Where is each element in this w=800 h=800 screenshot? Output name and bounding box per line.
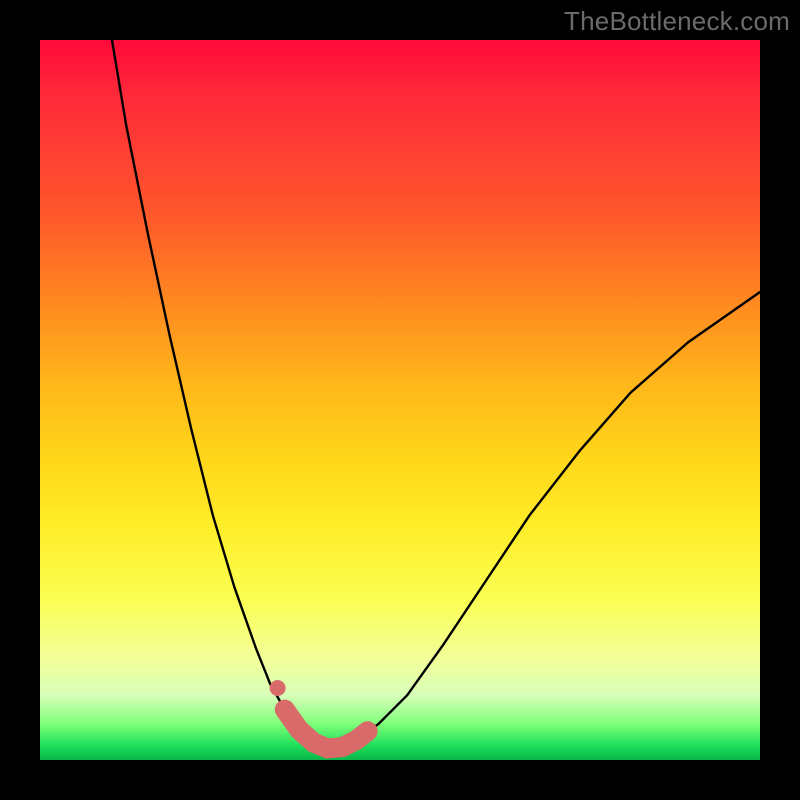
highlight-band (285, 710, 368, 749)
bottleneck-curve (112, 40, 760, 748)
highlight-dot (270, 680, 286, 696)
chart-frame: TheBottleneck.com (0, 0, 800, 800)
plot-area (40, 40, 760, 760)
watermark-text: TheBottleneck.com (564, 6, 790, 37)
curve-svg (40, 40, 760, 760)
